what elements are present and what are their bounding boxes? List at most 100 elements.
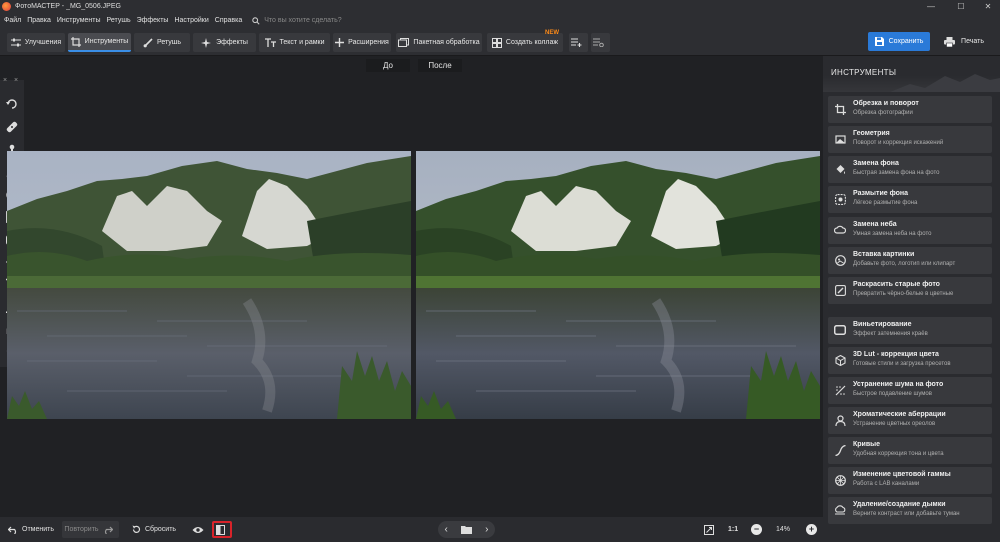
tab-enhancements[interactable]: Улучшения [7,33,65,52]
reset-button[interactable]: Сбросить [129,521,179,538]
undo-button[interactable]: Отменить [6,521,56,538]
tool-subtitle: Обрезка фотографии [853,110,913,116]
compare-icon [215,524,225,535]
menu-search[interactable]: Что вы хотите сделать? [252,16,342,25]
collapse-icon[interactable]: × [3,77,7,84]
tool-colorize[interactable]: Раскрасить старые фото Превратить чёрно-… [828,277,992,304]
batch-processing-label: Пакетная обработка [413,39,480,46]
menu-file[interactable]: Файл [4,17,21,24]
tab-text-frames[interactable]: Текст и рамки [259,33,330,52]
redo-button[interactable]: Повторить [62,521,119,538]
tool-title: Замена неба [853,221,897,228]
tab-retouch-label: Ретушь [156,39,182,46]
tool-title: Изменение цветовой гаммы [853,471,951,478]
redo-icon [104,526,113,534]
previous-icon[interactable]: ‹ [445,524,448,535]
tool-title: Замена фона [853,160,899,167]
tool-title: Обрезка и поворот [853,100,919,107]
floppy-icon [874,37,884,46]
save-button[interactable]: Сохранить [868,32,930,51]
tool-title: Геометрия [853,130,890,137]
sliders-icon [10,38,21,47]
create-collage-label: Создать коллаж [505,39,559,46]
undo-label: Отменить [22,526,54,533]
next-icon[interactable]: › [485,524,488,535]
before-photo [7,151,411,419]
zoom-ratio-button[interactable]: 1:1 [728,521,738,538]
menu-settings[interactable]: Настройки [174,17,208,24]
zoom-out-button[interactable]: − [751,524,762,535]
tool-background-blur[interactable]: Размытие фона Лёгкое размытие фона [828,186,992,213]
crop-icon [834,103,846,115]
tool-crop-rotate[interactable]: Обрезка и поворот Обрезка фотографии [828,96,992,123]
tools-panel-header: ИНСТРУМЕНТЫ [823,56,1000,92]
save-label: Сохранить [888,38,924,45]
printer-icon [944,36,956,47]
queue-settings-button[interactable] [591,33,610,52]
tool-color-gamut[interactable]: Изменение цветовой гаммы Работа с LAB ка… [828,467,992,494]
tool-curves[interactable]: Кривые Удобная коррекция тона и цвета [828,437,992,464]
minimize-button[interactable]: — [921,0,941,13]
maximize-button[interactable]: ☐ [951,0,971,13]
zoom-in-button[interactable]: + [806,524,817,535]
tool-vignette[interactable]: Виньетирование Эффект затемнения краёв [828,317,992,344]
tab-tools[interactable]: Инструменты [68,33,131,52]
tool-3d-lut[interactable]: 3D Lut - коррекция цвета Готовые стили и… [828,347,992,374]
reset-label: Сбросить [144,526,177,533]
rotate-tool-icon[interactable] [5,97,19,111]
menu-bar: Файл Правка Инструменты Ретушь Эффекты Н… [0,13,1000,28]
queue-button[interactable] [569,33,588,52]
after-label[interactable]: После [418,59,462,72]
print-button[interactable]: Печать [934,32,994,51]
tool-title: 3D Lut - коррекция цвета [853,351,939,358]
fit-screen-button[interactable] [703,521,719,538]
close-button[interactable]: ✕ [978,0,998,13]
close-strip-icon[interactable]: × [14,77,18,84]
tool-subtitle: Работа с LAB каналами [853,481,920,487]
menu-effects[interactable]: Эффекты [137,17,169,24]
lut-icon [834,354,846,366]
tool-chromatic-aberration[interactable]: Хроматические аберрации Устранение цветн… [828,407,992,434]
preview-toggle-button[interactable] [191,521,208,538]
before-label[interactable]: До [366,59,410,72]
tool-subtitle: Умная замена неба на фото [853,231,932,237]
tab-retouch[interactable]: Ретушь [134,33,190,52]
reset-icon [132,525,140,533]
tool-background-replace[interactable]: Замена фона Быстрая замена фона на фото [828,156,992,183]
tool-subtitle: Лёгкое размытие фона [853,200,918,206]
tool-title: Удаление/создание дымки [853,501,946,508]
tab-effects[interactable]: Эффекты [193,33,256,52]
fill-icon [834,163,846,175]
main-toolbar: Улучшения Инструменты Ретушь Эффекты Тек… [0,28,1000,56]
menu-help[interactable]: Справка [215,17,242,24]
tool-subtitle: Верните контраст или добавьте туман [853,511,960,517]
tool-denoise[interactable]: Устранение шума на фото Быстрое подавлен… [828,377,992,404]
create-collage-button[interactable]: Создать коллаж NEW [487,30,563,52]
tool-sky-replace[interactable]: Замена неба Умная замена неба на фото [828,217,992,244]
menu-edit[interactable]: Правка [27,17,51,24]
tool-haze[interactable]: Удаление/создание дымки Верните контраст… [828,497,992,524]
search-placeholder: Что вы хотите сделать? [264,17,342,24]
menu-retouch[interactable]: Ретушь [107,17,131,24]
navigation-group: ‹ › [438,521,495,538]
menu-tools[interactable]: Инструменты [57,17,101,24]
tool-insert-image[interactable]: Вставка картинки Добавьте фото, логотип … [828,247,992,274]
after-photo [416,151,820,419]
compare-view-button[interactable] [212,521,232,538]
collage-icon [491,37,502,48]
tab-extensions[interactable]: Расширения [333,33,391,52]
insert-image-icon [834,254,846,266]
redo-label: Повторить [64,526,99,533]
tool-title: Вставка картинки [853,251,915,258]
heal-tool-icon[interactable] [5,120,19,134]
brush-icon [143,37,153,47]
batch-processing-button[interactable]: Пакетная обработка [396,33,482,52]
tool-title: Хроматические аберрации [853,411,946,418]
folder-icon[interactable] [460,525,472,534]
tool-title: Размытие фона [853,190,909,197]
tool-geometry[interactable]: Геометрия Поворот и коррекция искажений [828,126,992,153]
denoise-icon [834,384,846,396]
window-title: ФотоМАСТЕР - _MG_0506.JPEG [15,3,121,10]
tool-subtitle: Быстрая замена фона на фото [853,170,940,176]
undo-icon [8,526,17,534]
